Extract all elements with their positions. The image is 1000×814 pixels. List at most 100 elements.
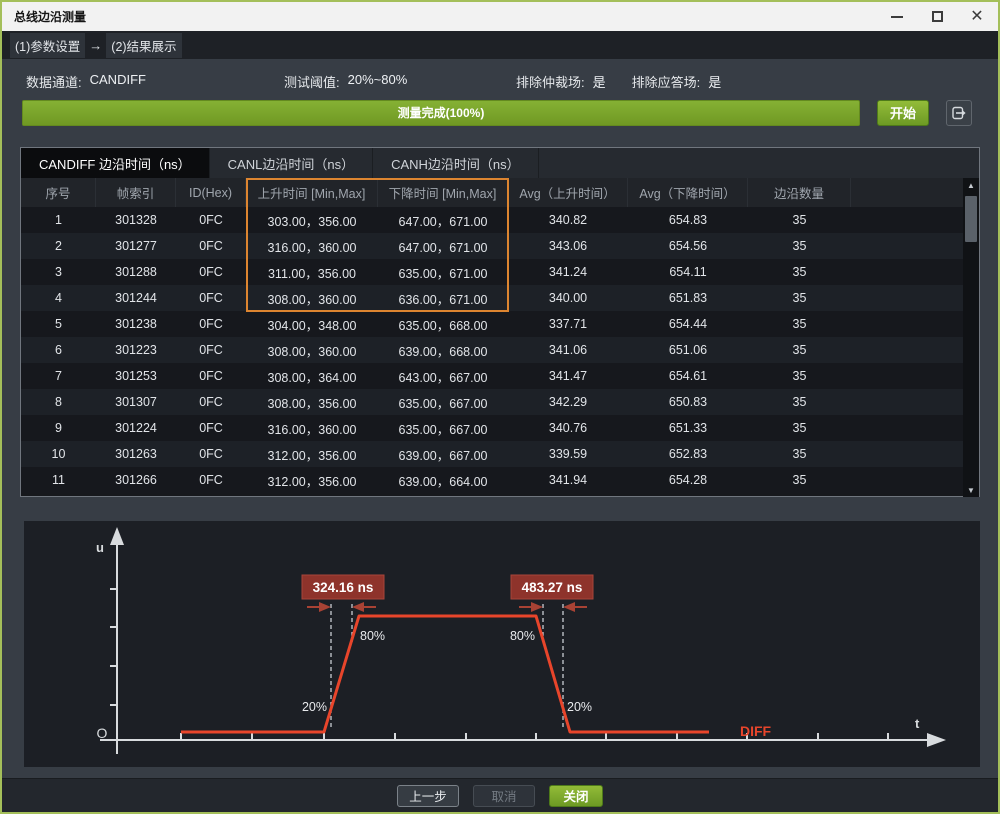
export-button[interactable] <box>946 100 972 126</box>
table-row[interactable]: 23012770FC316.00，360.00647.00，671.00343.… <box>21 233 979 259</box>
table-cell: 301288 <box>96 259 176 285</box>
vertical-scrollbar[interactable]: ▲ ▼ <box>963 178 979 497</box>
data-channel-field: 数据通道: CANDIFF <box>26 72 284 91</box>
table-cell: 651.06 <box>628 337 748 363</box>
column-header-index: 序号 <box>21 178 96 207</box>
table-cell: 301253 <box>96 363 176 389</box>
table-row[interactable]: 103012630FC312.00，356.00639.00，667.00339… <box>21 441 979 467</box>
step-1-label: (1)参数设置 <box>10 33 85 58</box>
table-cell: 651.83 <box>628 285 748 311</box>
table-cell: 5 <box>21 311 96 337</box>
export-icon <box>951 105 967 121</box>
table-cell: 651.33 <box>628 415 748 441</box>
close-icon: ✕ <box>970 9 983 25</box>
table-cell: 0FC <box>176 259 246 285</box>
table-cell: 0FC <box>176 285 246 311</box>
table-cell: 301307 <box>96 389 176 415</box>
tab-candiff-edge-time[interactable]: CANDIFF 边沿时间（ns） <box>21 148 210 178</box>
footer-bar: 上一步 取消 关闭 <box>2 778 998 812</box>
table-row[interactable]: 113012660FC312.00，356.00639.00，664.00341… <box>21 467 979 493</box>
table-cell: 652.83 <box>628 441 748 467</box>
edge-diagram-panel: u O t <box>24 521 980 767</box>
data-channel-value: CANDIFF <box>90 72 146 91</box>
tab-canh-edge-time[interactable]: CANH边沿时间（ns） <box>373 148 539 178</box>
exclude-arbitration-value: 是 <box>593 72 606 91</box>
measurement-progress-bar: 测量完成(100%) <box>22 100 860 126</box>
tab-canl-edge-time[interactable]: CANL边沿时间（ns） <box>210 148 373 178</box>
table-cell: 11 <box>21 467 96 493</box>
scroll-up-icon[interactable]: ▲ <box>963 178 979 192</box>
column-header-fall: 下降时间 [Min,Max] <box>378 178 508 207</box>
table-cell: 654.28 <box>628 467 748 493</box>
results-table: 序号 帧索引 ID(Hex) 上升时间 [Min,Max] 下降时间 [Min,… <box>21 178 979 497</box>
table-cell: 35 <box>748 285 851 311</box>
scroll-down-icon[interactable]: ▼ <box>963 483 979 497</box>
table-cell: 35 <box>748 233 851 259</box>
table-cell: 635.00，667.00 <box>378 389 508 415</box>
table-cell: 0FC <box>176 233 246 259</box>
edge-waveform-diagram: u O t <box>24 521 980 767</box>
table-cell: 35 <box>748 337 851 363</box>
table-cell: 340.76 <box>508 415 628 441</box>
table-body: 13013280FC303.00，356.00647.00，671.00340.… <box>21 207 979 493</box>
table-cell: 0FC <box>176 389 246 415</box>
table-cell: 0FC <box>176 363 246 389</box>
diff-waveform <box>181 616 709 732</box>
table-cell: 312.00，356.00 <box>246 467 378 493</box>
table-cell: 340.82 <box>508 207 628 233</box>
table-row[interactable]: 53012380FC304.00，348.00635.00，668.00337.… <box>21 311 979 337</box>
scrollbar-thumb[interactable] <box>965 196 977 242</box>
exclude-ack-label: 排除应答场: <box>632 72 701 91</box>
table-row[interactable]: 83013070FC308.00，356.00635.00，667.00342.… <box>21 389 979 415</box>
results-panel: CANDIFF 边沿时间（ns） CANL边沿时间（ns） CANH边沿时间（n… <box>20 147 980 497</box>
x-axis-label: t <box>915 716 920 731</box>
table-row[interactable]: 63012230FC308.00，360.00639.00，668.00341.… <box>21 337 979 363</box>
table-cell: 343.06 <box>508 233 628 259</box>
exclude-arbitration-label: 排除仲裁场: <box>516 72 585 91</box>
column-header-frame: 帧索引 <box>96 178 176 207</box>
table-cell: 2 <box>21 233 96 259</box>
tab-bar: CANDIFF 边沿时间（ns） CANL边沿时间（ns） CANH边沿时间（n… <box>21 148 979 178</box>
table-cell: 337.71 <box>508 311 628 337</box>
step-arrow-icon: → <box>89 38 102 53</box>
minimize-button[interactable] <box>888 8 906 26</box>
previous-step-button[interactable]: 上一步 <box>397 785 459 807</box>
table-cell: 304.00，348.00 <box>246 311 378 337</box>
maximize-button[interactable] <box>928 8 946 26</box>
table-cell: 341.47 <box>508 363 628 389</box>
table-cell: 647.00，671.00 <box>378 233 508 259</box>
column-header-rise: 上升时间 [Min,Max] <box>246 178 378 207</box>
close-button[interactable]: ✕ <box>968 8 986 26</box>
title-bar: 总线边沿测量 ✕ <box>2 2 998 31</box>
y-axis-ticks <box>110 589 117 705</box>
column-header-avg-rise: Avg（上升时间） <box>508 178 628 207</box>
table-cell: 635.00，671.00 <box>378 259 508 285</box>
table-row[interactable]: 33012880FC311.00，356.00635.00，671.00341.… <box>21 259 979 285</box>
close-dialog-button[interactable]: 关闭 <box>549 785 603 807</box>
table-cell: 341.94 <box>508 467 628 493</box>
test-threshold-field: 测试阈值: 20%~80% <box>284 72 516 91</box>
table-cell: 312.00，356.00 <box>246 441 378 467</box>
start-button[interactable]: 开始 <box>877 100 929 126</box>
table-cell: 654.56 <box>628 233 748 259</box>
table-cell: 643.00，667.00 <box>378 363 508 389</box>
y-axis-arrow-icon <box>110 527 124 545</box>
table-row[interactable]: 43012440FC308.00，360.00636.00，671.00340.… <box>21 285 979 311</box>
table-cell: 303.00，356.00 <box>246 207 378 233</box>
table-cell: 639.00，668.00 <box>378 337 508 363</box>
maximize-icon <box>932 11 943 22</box>
table-row[interactable]: 73012530FC308.00，364.00643.00，667.00341.… <box>21 363 979 389</box>
table-cell: 654.11 <box>628 259 748 285</box>
parameter-summary-row: 数据通道: CANDIFF 测试阈值: 20%~80% 排除仲裁场: 是 排除应… <box>2 59 998 91</box>
table-cell: 0FC <box>176 311 246 337</box>
test-threshold-label: 测试阈值: <box>284 72 340 91</box>
table-cell: 301266 <box>96 467 176 493</box>
fall-time-badge: 483.27 ns <box>511 575 593 599</box>
table-cell: 311.00，356.00 <box>246 259 378 285</box>
table-cell: 316.00，360.00 <box>246 233 378 259</box>
table-cell: 4 <box>21 285 96 311</box>
table-cell: 301224 <box>96 415 176 441</box>
cancel-button[interactable]: 取消 <box>473 785 535 807</box>
table-row[interactable]: 93012240FC316.00，360.00635.00，667.00340.… <box>21 415 979 441</box>
table-row[interactable]: 13013280FC303.00，356.00647.00，671.00340.… <box>21 207 979 233</box>
